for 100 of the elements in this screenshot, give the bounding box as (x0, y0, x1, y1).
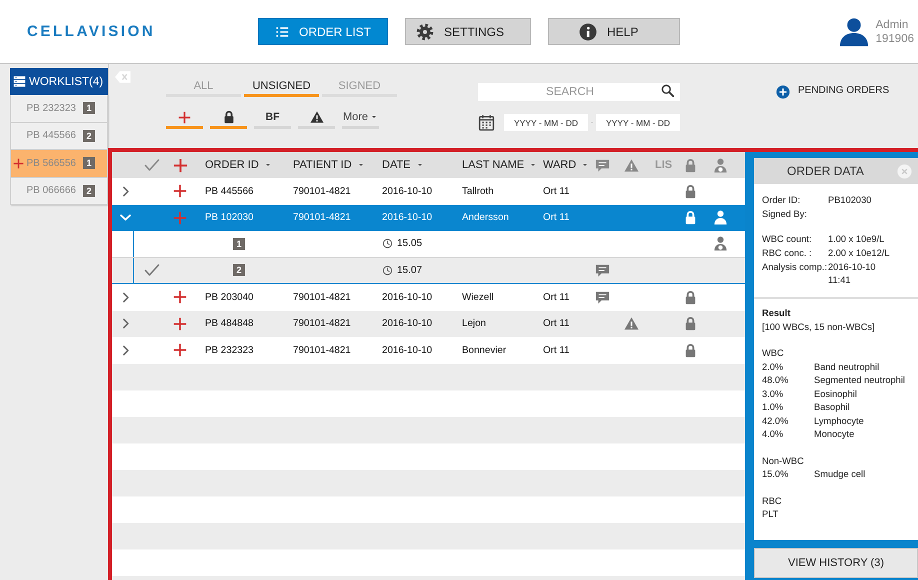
worklist-header[interactable]: WORKLIST(4) (10, 68, 108, 95)
field-value: 1.00 x 10e9/L (828, 233, 886, 246)
table-row[interactable]: PB 102030 790101-4821 2016-10-10 Andersson Ort 11 (112, 204, 745, 231)
field-value: 2016-10-10 (828, 261, 877, 274)
sample-row[interactable]: 2 15.07 (112, 258, 745, 284)
percentage: 1.0% (762, 401, 784, 414)
table-cell: Ort 11 (543, 292, 570, 303)
nav-button[interactable]: SETTINGS (405, 18, 531, 45)
table-cell: 790101-4821 (293, 186, 351, 197)
user-id: 191906 (876, 32, 914, 44)
lock-icon (222, 110, 236, 124)
group-title: WBC (762, 347, 785, 360)
table-cell: Ort 11 (543, 318, 570, 330)
sample-number-badge: 2 (233, 264, 245, 276)
warning-icon[interactable] (624, 158, 638, 172)
settings-icon (416, 22, 434, 40)
cell-type: Eosinophil (814, 388, 857, 401)
user-avatar-icon (838, 16, 869, 46)
filter-button[interactable]: More (342, 108, 379, 129)
field-label: RBC conc. : (762, 247, 813, 260)
search-icon[interactable] (661, 84, 674, 97)
person-icon[interactable] (712, 158, 728, 172)
sample-row[interactable]: 1 15.05 (112, 231, 745, 258)
table-cell: PB 445566 (205, 186, 254, 197)
field-label: Order ID: (762, 194, 802, 207)
cell-type: Smudge cell (814, 468, 866, 481)
sort-icon (264, 161, 272, 169)
column-header[interactable]: DATE (382, 159, 424, 171)
column-header[interactable]: LAST NAME (462, 159, 538, 171)
worklist-item[interactable]: PB 445566 2 (10, 122, 108, 150)
search-field[interactable]: SEARCH (478, 83, 680, 101)
group-title: PLT (762, 508, 780, 521)
info-icon (579, 22, 597, 40)
nav-button[interactable]: HELP (548, 18, 680, 45)
nav-button[interactable]: ORDER LIST (258, 18, 388, 45)
panel-title: ORDER DATA (786, 164, 865, 178)
table-cell: PB 203040 (205, 292, 254, 303)
table-cell: Ort 11 (543, 212, 570, 224)
percentage: 42.0% (762, 414, 790, 428)
user-name: Admin (876, 18, 910, 30)
plus-icon (178, 110, 191, 124)
table-cell: Bonnevier (462, 344, 506, 356)
table-cell: Tallroth (462, 186, 494, 197)
order-id: PB 566556 (26, 158, 76, 169)
table-cell: 790101-4821 (293, 292, 351, 303)
table-cell: 15.05 (397, 238, 422, 250)
field-value: 11:41 (828, 274, 852, 287)
table-cell: Andersson (462, 212, 509, 224)
table-cell: Ort 11 (543, 186, 570, 197)
sample-number-badge: 1 (233, 238, 245, 250)
cell-type: Basophil (814, 401, 850, 414)
worklist-item[interactable]: PB 066666 2 (10, 178, 108, 205)
table-cell: PB 484848 (205, 318, 254, 330)
field-value: 2.00 x 10e12/L (828, 247, 891, 260)
clock-icon (382, 238, 393, 250)
cell-type: Band neutrophil (814, 360, 880, 374)
view-history-button[interactable]: VIEW HISTORY (3) (754, 548, 918, 578)
cell-type: Monocyte (814, 428, 854, 441)
table-cell: 2016-10-10 (382, 212, 432, 224)
field-label: Analysis comp.: (762, 261, 828, 274)
count-badge: 2 (83, 184, 95, 197)
filter-button[interactable]: BF (254, 108, 291, 129)
calendar-icon[interactable] (478, 114, 495, 131)
plus-icon[interactable] (172, 158, 188, 172)
order-id: PB 066666 (26, 185, 76, 196)
table-cell: Lejon (462, 318, 486, 330)
worklist-item[interactable]: PB 566556 1 (10, 150, 108, 178)
table-cell: 2016-10-10 (382, 344, 432, 356)
table-cell: PB 232323 (205, 344, 254, 356)
worklist-title: WORKLIST(4) (29, 76, 104, 88)
table-cell: 2016-10-10 (382, 186, 432, 197)
worklist-item[interactable]: PB 232323 1 (10, 95, 108, 122)
column-header[interactable]: ORDER ID (205, 159, 272, 171)
group-title: Non-WBC (762, 454, 805, 468)
check-icon[interactable] (144, 157, 160, 173)
table-cell: 790101-4821 (293, 318, 351, 330)
cell-type: Segmented neutrophil (814, 374, 905, 387)
count-badge: 1 (83, 157, 95, 170)
pending-orders-link[interactable]: PENDING ORDERS (776, 64, 890, 100)
table-cell: 15.07 (397, 264, 422, 276)
table-cell: 790101-4821 (293, 212, 351, 224)
comment-icon[interactable] (594, 158, 610, 172)
column-header[interactable]: PATIENT ID (293, 159, 365, 171)
table-cell: 2016-10-10 (382, 292, 432, 303)
percentage: 4.0% (762, 428, 784, 441)
column-header[interactable]: WARD (543, 159, 590, 171)
table-cell: 790101-4821 (293, 344, 351, 356)
cell-type: Lymphocyte (814, 414, 864, 428)
count-badge: 2 (83, 130, 95, 142)
sort-icon (356, 161, 365, 169)
percentage: 15.0% (762, 468, 790, 481)
sort-icon (581, 161, 590, 169)
filter-button[interactable] (210, 108, 247, 129)
table-row[interactable]: PB 484848 790101-4821 2016-10-10 Lejon Ort 11 (112, 310, 745, 337)
order-id: PB 232323 (26, 102, 76, 114)
filter-tab[interactable]: UNSIGNED (244, 80, 319, 97)
date-field[interactable]: YYYY - MM - DD (504, 114, 588, 131)
result-title: Result (762, 307, 792, 320)
logo: CELLAVISION (27, 22, 156, 40)
date-field[interactable]: YYYY - MM - DD (596, 114, 680, 131)
